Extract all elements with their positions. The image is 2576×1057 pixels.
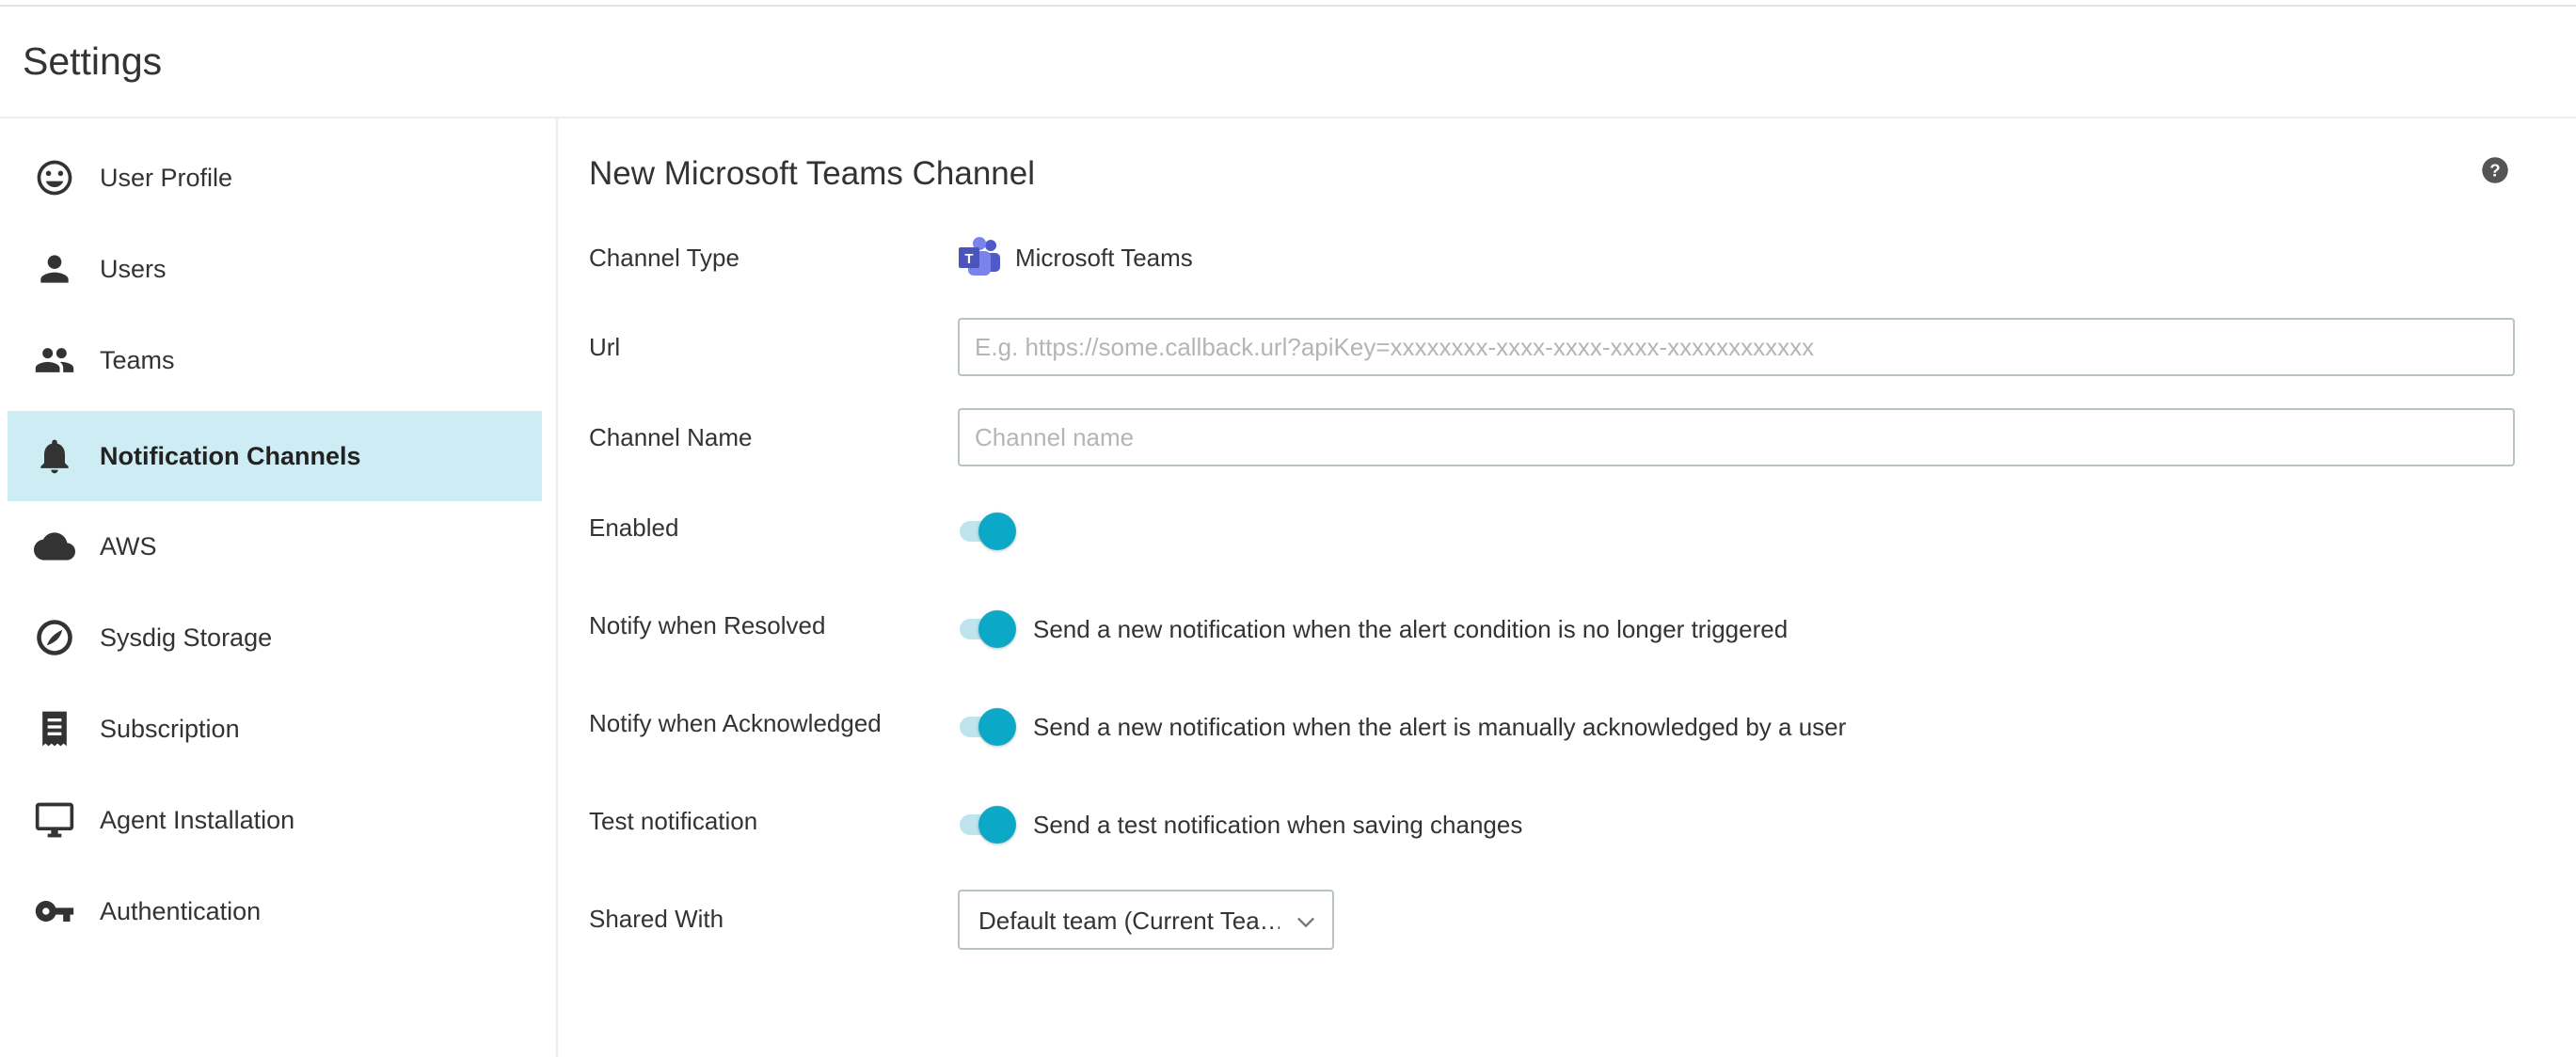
test-notification-toggle[interactable] [958,804,1020,845]
monitor-icon [34,799,75,841]
toggle-knob [978,806,1016,844]
enabled-label: Enabled [589,513,679,542]
sidebar-item-agent-installation[interactable]: Agent Installation [8,775,542,865]
help-icon[interactable]: ? [2481,156,2509,184]
svg-text:?: ? [2489,160,2500,180]
notify-acknowledged-label: Notify when Acknowledged [589,709,882,737]
sidebar-item-label: AWS [100,531,157,560]
channel-type-label: Channel Type [589,244,739,272]
notify-acknowledged-toggle[interactable] [958,706,1020,748]
url-label: Url [589,333,621,361]
svg-text:T: T [964,251,973,267]
sidebar-item-subscription[interactable]: Subscription [8,684,542,774]
notify-resolved-toggle[interactable] [958,608,1020,650]
receipt-icon [34,708,75,749]
enabled-toggle[interactable] [958,511,1020,552]
url-input[interactable] [958,318,2515,376]
sidebar-item-label: Teams [100,345,175,374]
toggle-knob [978,708,1016,746]
notify-resolved-label: Notify when Resolved [589,611,826,639]
main-content: New Microsoft Teams Channel ? Channel Ty… [558,118,2576,1057]
page-title: New Microsoft Teams Channel [589,155,1035,192]
notify-resolved-description: Send a new notification when the alert c… [1033,615,1789,643]
sidebar-item-notification-channels[interactable]: Notification Channels [8,411,542,501]
sidebar-item-label: Sysdig Storage [100,623,273,652]
sidebar-item-label: Authentication [100,896,262,925]
group-icon [34,339,75,381]
chevron-down-icon [1293,908,1319,935]
sidebar-item-users[interactable]: Users [8,224,542,314]
toggle-knob [978,513,1016,550]
sidebar-item-aws[interactable]: AWS [8,501,542,592]
smiley-icon [34,157,75,198]
sidebar-item-label: Notification Channels [100,441,361,470]
key-icon [34,891,75,932]
test-notification-label: Test notification [589,807,758,835]
sidebar-item-user-profile[interactable]: User Profile [8,133,542,223]
microsoft-teams-icon: T [957,236,1002,279]
shared-with-select[interactable]: Default team (Current Tea… [958,890,1334,950]
person-icon [34,248,75,290]
sidebar-item-label: Subscription [100,714,240,743]
storage-icon [34,617,75,658]
sidebar-item-label: Agent Installation [100,805,295,834]
sidebar-item-label: Users [100,254,167,283]
shared-with-value: Default team (Current Tea… [978,907,1280,935]
notify-acknowledged-description: Send a new notification when the alert i… [1033,713,1847,741]
channel-name-input[interactable] [958,408,2515,466]
app-header: Settings [0,7,2576,118]
bell-icon [34,435,75,477]
sidebar-item-authentication[interactable]: Authentication [8,866,542,956]
cloud-icon [34,526,75,567]
top-border [0,0,2576,7]
channel-type-text: Microsoft Teams [1015,243,1193,272]
sidebar-item-label: User Profile [100,163,233,192]
toggle-knob [978,610,1016,648]
channel-type-value: T Microsoft Teams [957,234,1193,281]
test-notification-description: Send a test notification when saving cha… [1033,811,1523,839]
sidebar-item-teams[interactable]: Teams [8,315,542,405]
channel-name-label: Channel Name [589,423,753,451]
settings-sidebar: User Profile Users Teams Notification Ch… [0,118,558,1057]
sidebar-item-sysdig-storage[interactable]: Sysdig Storage [8,592,542,683]
app-title: Settings [23,39,163,83]
shared-with-label: Shared With [589,905,724,933]
